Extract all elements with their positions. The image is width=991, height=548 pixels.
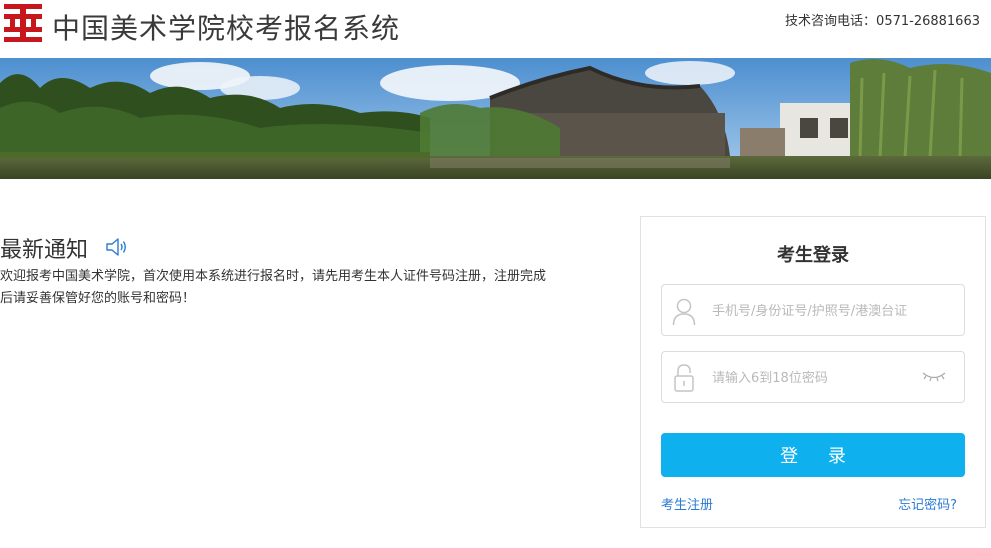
campus-banner <box>0 58 991 179</box>
notice-text: 欢迎报考中国美术学院，首次使用本系统进行报名时，请先用考生本人证件号码注册，注册… <box>0 269 547 306</box>
login-button[interactable]: 登 录 <box>661 433 965 477</box>
password-input[interactable] <box>712 364 922 392</box>
password-field[interactable] <box>661 351 965 403</box>
eye-closed-icon[interactable] <box>922 370 946 384</box>
campus-lake-photo <box>0 58 991 179</box>
school-logo-icon[interactable] <box>4 4 42 42</box>
user-icon <box>672 298 696 326</box>
speaker-icon <box>106 238 126 256</box>
login-title: 考生登录 <box>777 245 849 266</box>
forgot-password-link[interactable]: 忘记密码? <box>898 494 957 513</box>
login-panel: 考生登录 登 录 考生注册 忘记密码? <box>640 216 986 528</box>
lock-icon <box>674 364 694 392</box>
notice-title: 最新通知 <box>0 238 89 263</box>
site-title: 中国美术学院校考报名系统 <box>52 12 401 45</box>
username-field[interactable] <box>661 284 965 336</box>
username-input[interactable] <box>712 297 922 325</box>
tech-support-phone: 技术咨询电话：0571-26881663 <box>785 14 980 29</box>
header: 中国美术学院校考报名系统 技术咨询电话：0571-26881663 <box>0 0 991 58</box>
register-link[interactable]: 考生注册 <box>661 494 713 513</box>
